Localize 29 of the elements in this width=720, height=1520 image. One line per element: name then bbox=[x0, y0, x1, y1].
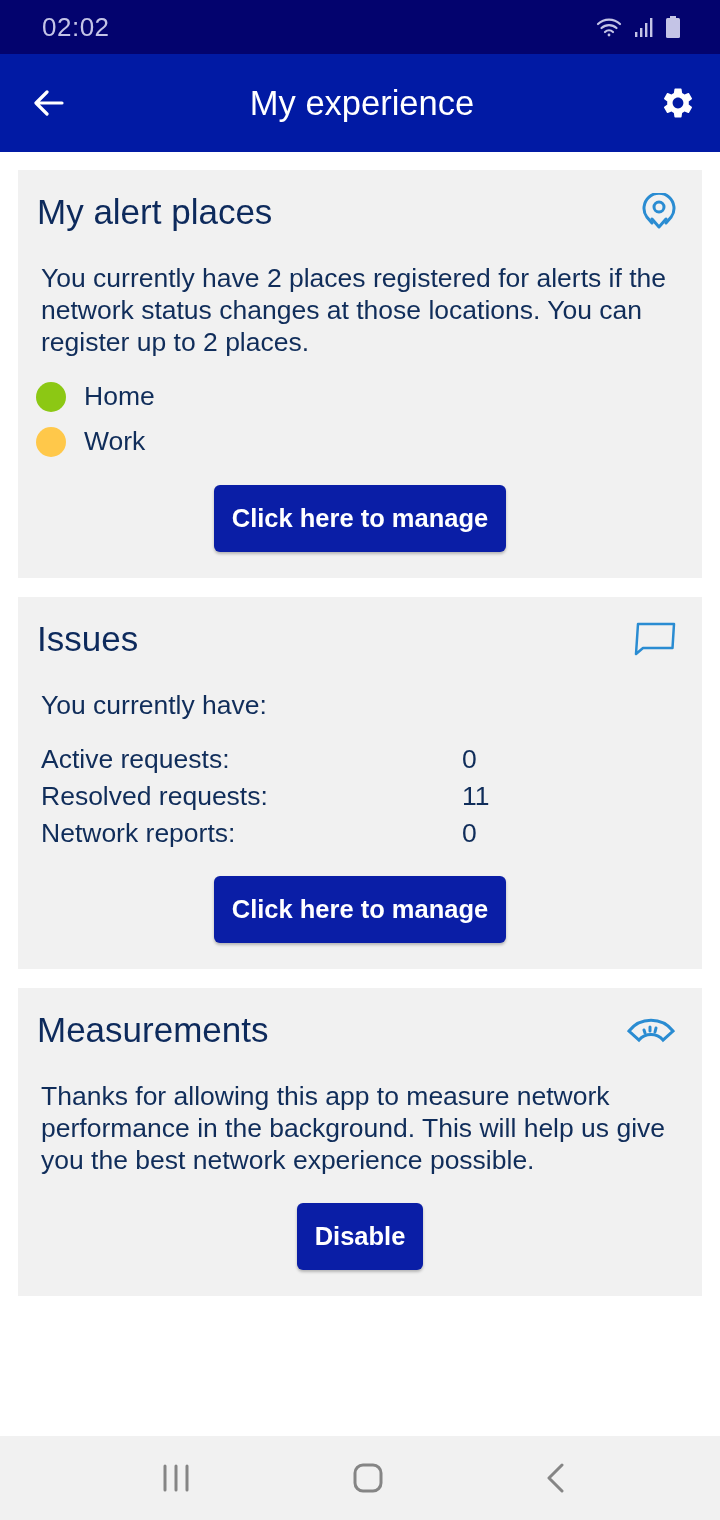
wifi-icon bbox=[596, 17, 622, 37]
stat-label: Resolved requests: bbox=[41, 780, 269, 813]
home-icon[interactable] bbox=[353, 1463, 383, 1493]
gauge-icon bbox=[626, 1017, 676, 1043]
status-time: 02:02 bbox=[42, 11, 110, 43]
places-description: You currently have 2 places registered for alerts if the network status changes at those locations. You can register up to 2 places. bbox=[41, 262, 668, 358]
battery-icon bbox=[666, 16, 680, 38]
recent-apps-icon[interactable] bbox=[162, 1464, 190, 1492]
measurements-description: Thanks for allowing this app to measure network performance in the background. This will help us give you the best network experience possible. bbox=[41, 1080, 667, 1176]
screen-title: My experience bbox=[248, 83, 476, 123]
stat-value: 0 bbox=[462, 743, 478, 776]
stat-label: Network reports: bbox=[41, 817, 237, 850]
disable-button[interactable]: Disable bbox=[296, 1203, 424, 1270]
back-icon[interactable] bbox=[546, 1463, 564, 1493]
place-name: Work bbox=[84, 426, 146, 457]
speech-bubble-icon bbox=[634, 622, 676, 656]
card-title: My alert places bbox=[37, 192, 273, 232]
location-pin-icon bbox=[642, 193, 676, 231]
manage-button[interactable]: Click here to manage bbox=[213, 485, 507, 552]
back-arrow-icon[interactable] bbox=[34, 90, 64, 116]
stat-value: 11 bbox=[462, 780, 491, 813]
manage-button[interactable]: Click here to manage bbox=[213, 876, 507, 943]
issues-intro: You currently have: bbox=[41, 689, 268, 721]
card-title: Issues bbox=[37, 619, 139, 659]
card-title: Measurements bbox=[37, 1010, 269, 1050]
stat-value: 0 bbox=[462, 817, 478, 850]
signal-icon bbox=[634, 17, 654, 37]
place-name: Home bbox=[84, 381, 155, 412]
stat-label: Active requests: bbox=[41, 743, 231, 776]
